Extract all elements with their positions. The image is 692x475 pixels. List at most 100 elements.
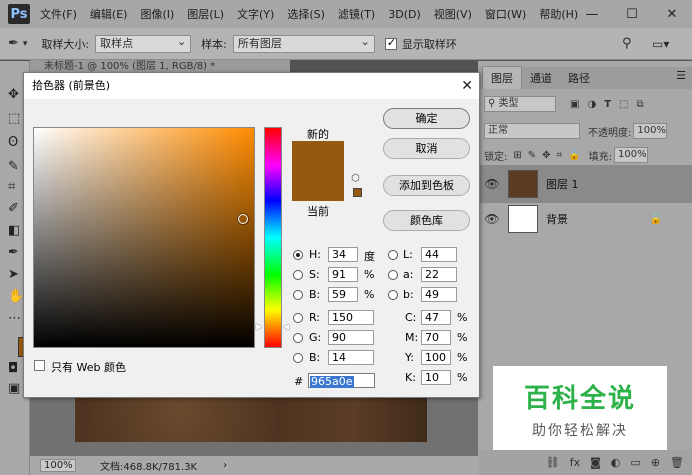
adjustment-layer-icon[interactable]: ◐	[611, 456, 621, 469]
saturation-brightness-field[interactable]	[33, 127, 255, 348]
filter-kind-select[interactable]: ⚲ 类型	[484, 96, 556, 112]
k-input[interactable]: 10	[421, 370, 451, 385]
h-input[interactable]: 34	[328, 247, 358, 262]
blue-radio[interactable]	[293, 353, 303, 363]
g-radio[interactable]	[293, 333, 303, 343]
group-icon[interactable]: ▭	[630, 456, 640, 469]
tool-preset-arrow-icon[interactable]: ▾	[23, 39, 28, 49]
a-input[interactable]: 22	[421, 267, 457, 282]
new-layer-icon[interactable]: ⊕	[651, 456, 660, 469]
current-color-swatch[interactable]	[292, 171, 344, 201]
panel-menu-icon[interactable]: ☰	[676, 69, 686, 82]
h-radio[interactable]	[293, 250, 303, 260]
hue-slider[interactable]	[264, 127, 282, 348]
lab-b-input[interactable]: 49	[421, 287, 457, 302]
workspace-icon[interactable]: ▭▾	[652, 37, 669, 51]
r-input[interactable]: 150	[328, 310, 374, 325]
sample-size-select[interactable]: 取样点	[95, 34, 192, 53]
menu-filter[interactable]: 滤镜(T)	[338, 6, 375, 22]
ok-button[interactable]: 确定	[383, 108, 470, 129]
lock-transparent-icon[interactable]: ⊞	[513, 150, 521, 161]
web-safe-swatch[interactable]	[353, 188, 362, 197]
menu-file[interactable]: 文件(F)	[40, 6, 77, 22]
filter-pixel-icon[interactable]: ▣	[570, 99, 579, 110]
web-safe-cube-icon[interactable]: ⬡	[351, 173, 360, 184]
visibility-eye-icon[interactable]: 👁	[482, 177, 502, 191]
maximize-button[interactable]: ☐	[612, 7, 652, 22]
close-icon[interactable]: ✕	[461, 73, 473, 99]
menu-window[interactable]: 窗口(W)	[485, 6, 526, 22]
sample-select[interactable]: 所有图层	[232, 34, 375, 53]
menu-type[interactable]: 文字(Y)	[237, 6, 274, 22]
lock-position-icon[interactable]: ✥	[542, 150, 550, 161]
tab-paths[interactable]: 路径	[560, 67, 598, 89]
quick-mask-icon[interactable]: ◘	[8, 361, 18, 376]
hue-slider-arrow-right-icon[interactable]: ◀	[283, 322, 289, 331]
lock-artboard-icon[interactable]: ⌗	[557, 150, 563, 161]
menu-view[interactable]: 视图(V)	[434, 6, 472, 22]
more-tools-icon[interactable]: ⋯	[8, 311, 21, 326]
blue-input[interactable]: 14	[328, 350, 374, 365]
add-to-swatches-button[interactable]: 添加到色板	[383, 175, 470, 196]
layer-mask-icon[interactable]: ◙	[590, 456, 601, 469]
l-input[interactable]: 44	[421, 247, 457, 262]
menu-image[interactable]: 图像(I)	[140, 6, 174, 22]
path-select-tool-icon[interactable]: ➤	[8, 267, 19, 282]
link-layers-icon[interactable]: ⛓	[546, 456, 560, 469]
l-radio[interactable]	[388, 250, 398, 260]
fill-input[interactable]: 100%	[614, 147, 649, 163]
hex-input[interactable]: 965a0e	[308, 373, 375, 388]
lab-b-radio[interactable]	[388, 290, 398, 300]
web-colors-checkbox[interactable]	[34, 360, 45, 371]
r-radio[interactable]	[293, 313, 303, 323]
zoom-level[interactable]: 100%	[40, 459, 76, 472]
s-radio[interactable]	[293, 270, 303, 280]
b-radio[interactable]	[293, 290, 303, 300]
c-input[interactable]: 47	[421, 310, 451, 325]
close-window-button[interactable]: ✕	[652, 7, 692, 22]
crop-tool-icon[interactable]: ⌗	[8, 179, 15, 194]
pen-tool-icon[interactable]: ✒	[8, 245, 19, 260]
quick-select-tool-icon[interactable]: ✎	[8, 159, 19, 174]
menu-edit[interactable]: 编辑(E)	[90, 6, 128, 22]
cancel-button[interactable]: 取消	[383, 138, 470, 159]
dialog-titlebar[interactable]: 拾色器 (前景色) ✕	[24, 73, 479, 99]
layer-row[interactable]: 👁 图层 1	[478, 165, 692, 203]
filter-shape-icon[interactable]: ⬚	[619, 99, 628, 110]
y-input[interactable]: 100	[421, 350, 451, 365]
minimize-button[interactable]: —	[572, 7, 612, 22]
tab-layers[interactable]: 图层	[482, 66, 522, 89]
menu-layer[interactable]: 图层(L)	[187, 6, 224, 22]
color-libraries-button[interactable]: 颜色库	[383, 210, 470, 231]
lock-pixels-icon[interactable]: ✎	[528, 150, 536, 161]
marquee-tool-icon[interactable]: ⬚	[8, 111, 20, 126]
filter-type-icon[interactable]: T	[604, 99, 611, 110]
screen-mode-icon[interactable]: ▣	[8, 381, 20, 396]
b-input[interactable]: 59	[328, 287, 358, 302]
m-input[interactable]: 70	[421, 330, 451, 345]
hue-slider-arrow-left-icon[interactable]: ▶	[256, 322, 262, 331]
g-input[interactable]: 90	[328, 330, 374, 345]
eraser-tool-icon[interactable]: ◧	[8, 223, 20, 238]
blend-mode-select[interactable]: 正常	[484, 123, 580, 139]
filter-adjust-icon[interactable]: ◑	[587, 99, 596, 110]
fx-icon[interactable]: fx	[570, 456, 580, 469]
tab-channels[interactable]: 通道	[522, 67, 560, 89]
status-arrow-icon[interactable]: ›	[223, 460, 227, 471]
visibility-eye-icon[interactable]: 👁	[482, 212, 502, 226]
search-icon[interactable]: ⚲	[622, 36, 632, 51]
menu-3d[interactable]: 3D(D)	[388, 8, 421, 21]
color-cursor[interactable]	[238, 214, 248, 224]
s-input[interactable]: 91	[328, 267, 358, 282]
trash-icon[interactable]: 🗑	[670, 456, 684, 469]
menu-select[interactable]: 选择(S)	[287, 6, 325, 22]
eyedropper-icon[interactable]: ✒	[8, 36, 19, 51]
hand-tool-icon[interactable]: ✋	[8, 289, 24, 304]
filter-smart-icon[interactable]: ⧉	[636, 99, 643, 110]
lock-all-icon[interactable]: 🔒	[568, 150, 580, 161]
move-tool-icon[interactable]: ✥	[8, 87, 19, 102]
lasso-tool-icon[interactable]: ʘ	[8, 135, 18, 150]
layer-row[interactable]: 👁 背景 🔒	[478, 200, 692, 238]
brush-tool-icon[interactable]: ✐	[8, 201, 19, 216]
opacity-input[interactable]: 100%	[633, 123, 668, 139]
